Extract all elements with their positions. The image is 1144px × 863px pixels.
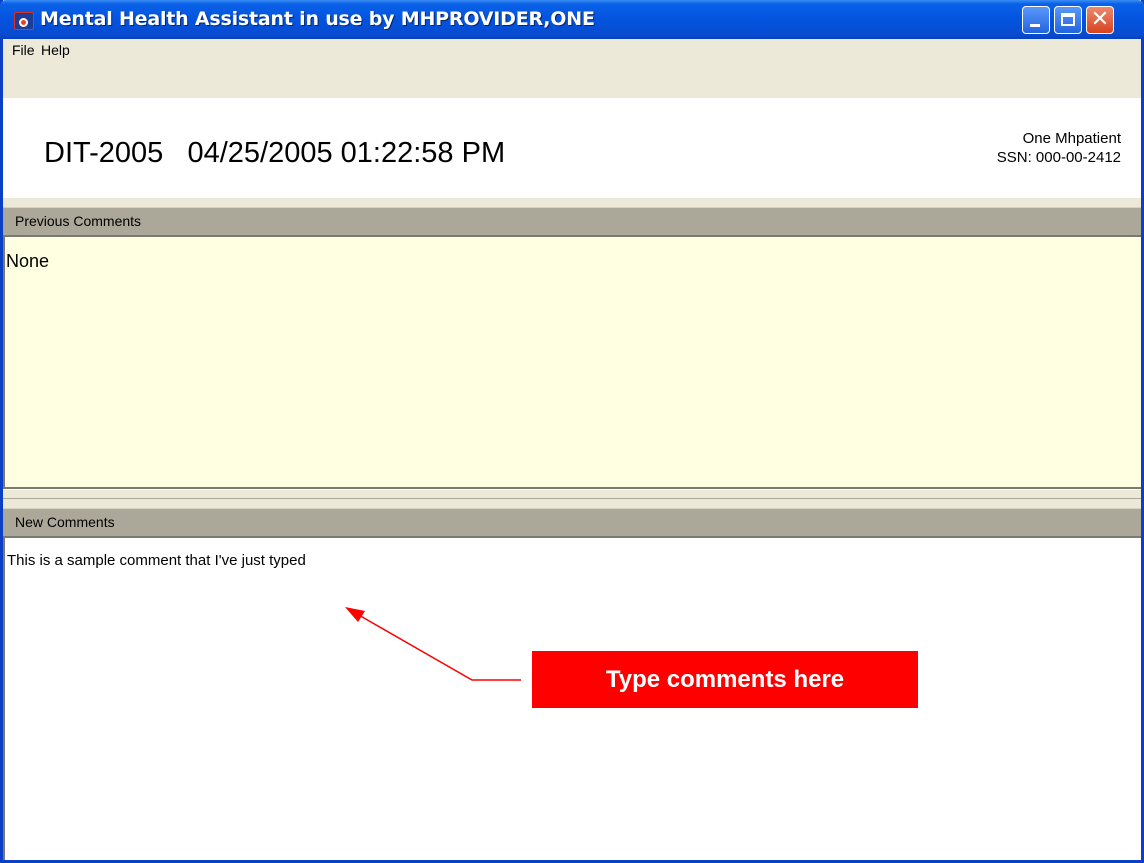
callout-arrow xyxy=(345,607,521,681)
callout-box: Type comments here xyxy=(532,651,918,708)
